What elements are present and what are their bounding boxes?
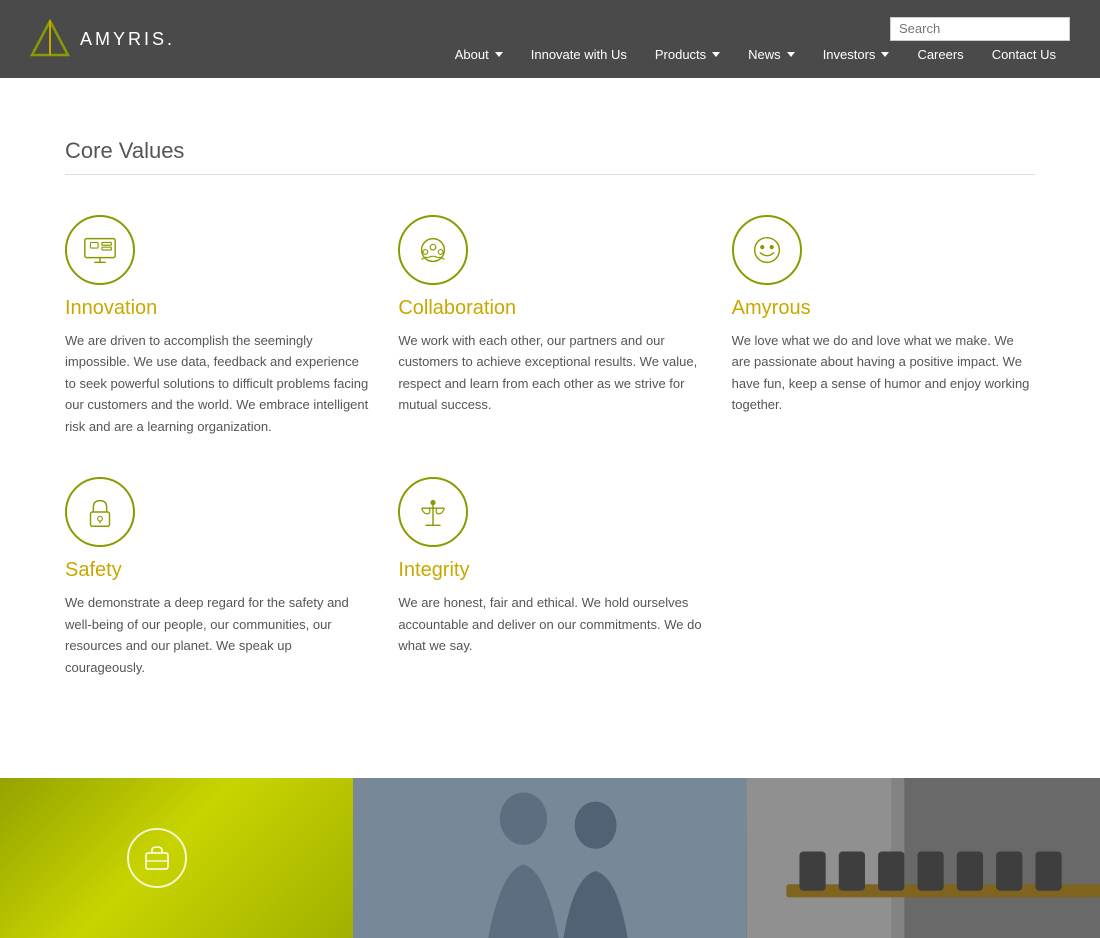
- boardroom-tile[interactable]: [747, 778, 1100, 938]
- nav-innovate[interactable]: Innovate with Us: [517, 47, 641, 62]
- amyrous-icon-wrap: [732, 215, 802, 285]
- integrity-desc: We are honest, fair and ethical. We hold…: [398, 592, 701, 656]
- chevron-down-icon: [712, 52, 720, 57]
- chevron-down-icon: [787, 52, 795, 57]
- boardroom-illustration: [747, 778, 1100, 938]
- nav-about[interactable]: About: [441, 47, 517, 62]
- value-integrity: Integrity We are honest, fair and ethica…: [398, 477, 701, 678]
- value-collaboration: Collaboration We work with each other, o…: [398, 215, 701, 437]
- briefcase-icon: [142, 843, 172, 873]
- integrity-title: Integrity: [398, 559, 469, 582]
- chevron-down-icon: [495, 52, 503, 57]
- people-tile[interactable]: [353, 778, 746, 938]
- safety-icon-wrap: [65, 477, 135, 547]
- integrity-icon-wrap: [398, 477, 468, 547]
- header-right: About Innovate with Us Products News Inv…: [441, 17, 1070, 62]
- site-header: AMYRIS. About Innovate with Us Products: [0, 0, 1100, 78]
- nav-investors[interactable]: Investors: [809, 47, 904, 62]
- nav-contact[interactable]: Contact Us: [978, 47, 1070, 62]
- main-content: Core Values Innovation We are driven to …: [25, 78, 1075, 778]
- search-bar[interactable]: [890, 17, 1070, 41]
- careers-tile[interactable]: [0, 778, 353, 938]
- value-innovation: Innovation We are driven to accomplish t…: [65, 215, 368, 437]
- value-amyrous: Amyrous We love what we do and love what…: [732, 215, 1035, 437]
- chevron-down-icon: [881, 52, 889, 57]
- nav-news[interactable]: News: [734, 47, 809, 62]
- section-title: Core Values: [65, 138, 1035, 164]
- screen-icon: [81, 231, 119, 269]
- logo-icon: [30, 19, 70, 59]
- collaboration-title: Collaboration: [398, 297, 516, 320]
- lock-icon: [81, 493, 119, 531]
- empty-col: [732, 477, 1035, 678]
- value-safety: Safety We demonstrate a deep regard for …: [65, 477, 368, 678]
- nav-products[interactable]: Products: [641, 47, 734, 62]
- smiley-icon: [748, 231, 786, 269]
- scales-icon: [414, 493, 452, 531]
- core-values-row1: Innovation We are driven to accomplish t…: [65, 215, 1035, 437]
- innovation-title: Innovation: [65, 297, 157, 320]
- innovation-desc: We are driven to accomplish the seemingl…: [65, 330, 368, 437]
- people-silhouette-illustration: [353, 778, 746, 938]
- amyrous-desc: We love what we do and love what we make…: [732, 330, 1035, 416]
- briefcase-icon-wrap: [127, 828, 187, 888]
- bottom-images: [0, 778, 1100, 938]
- logo-area[interactable]: AMYRIS.: [30, 19, 175, 59]
- people-circle-icon: [414, 231, 452, 269]
- nav-careers[interactable]: Careers: [903, 47, 977, 62]
- safety-desc: We demonstrate a deep regard for the saf…: [65, 592, 368, 678]
- safety-title: Safety: [65, 559, 122, 582]
- core-values-row2: Safety We demonstrate a deep regard for …: [65, 477, 1035, 678]
- search-input[interactable]: [899, 21, 1075, 36]
- collaboration-desc: We work with each other, our partners an…: [398, 330, 701, 416]
- main-nav: About Innovate with Us Products News Inv…: [441, 47, 1070, 62]
- amyrous-title: Amyrous: [732, 297, 811, 320]
- collaboration-icon-wrap: [398, 215, 468, 285]
- logo-text: AMYRIS.: [80, 29, 175, 50]
- innovation-icon-wrap: [65, 215, 135, 285]
- section-divider: [65, 174, 1035, 175]
